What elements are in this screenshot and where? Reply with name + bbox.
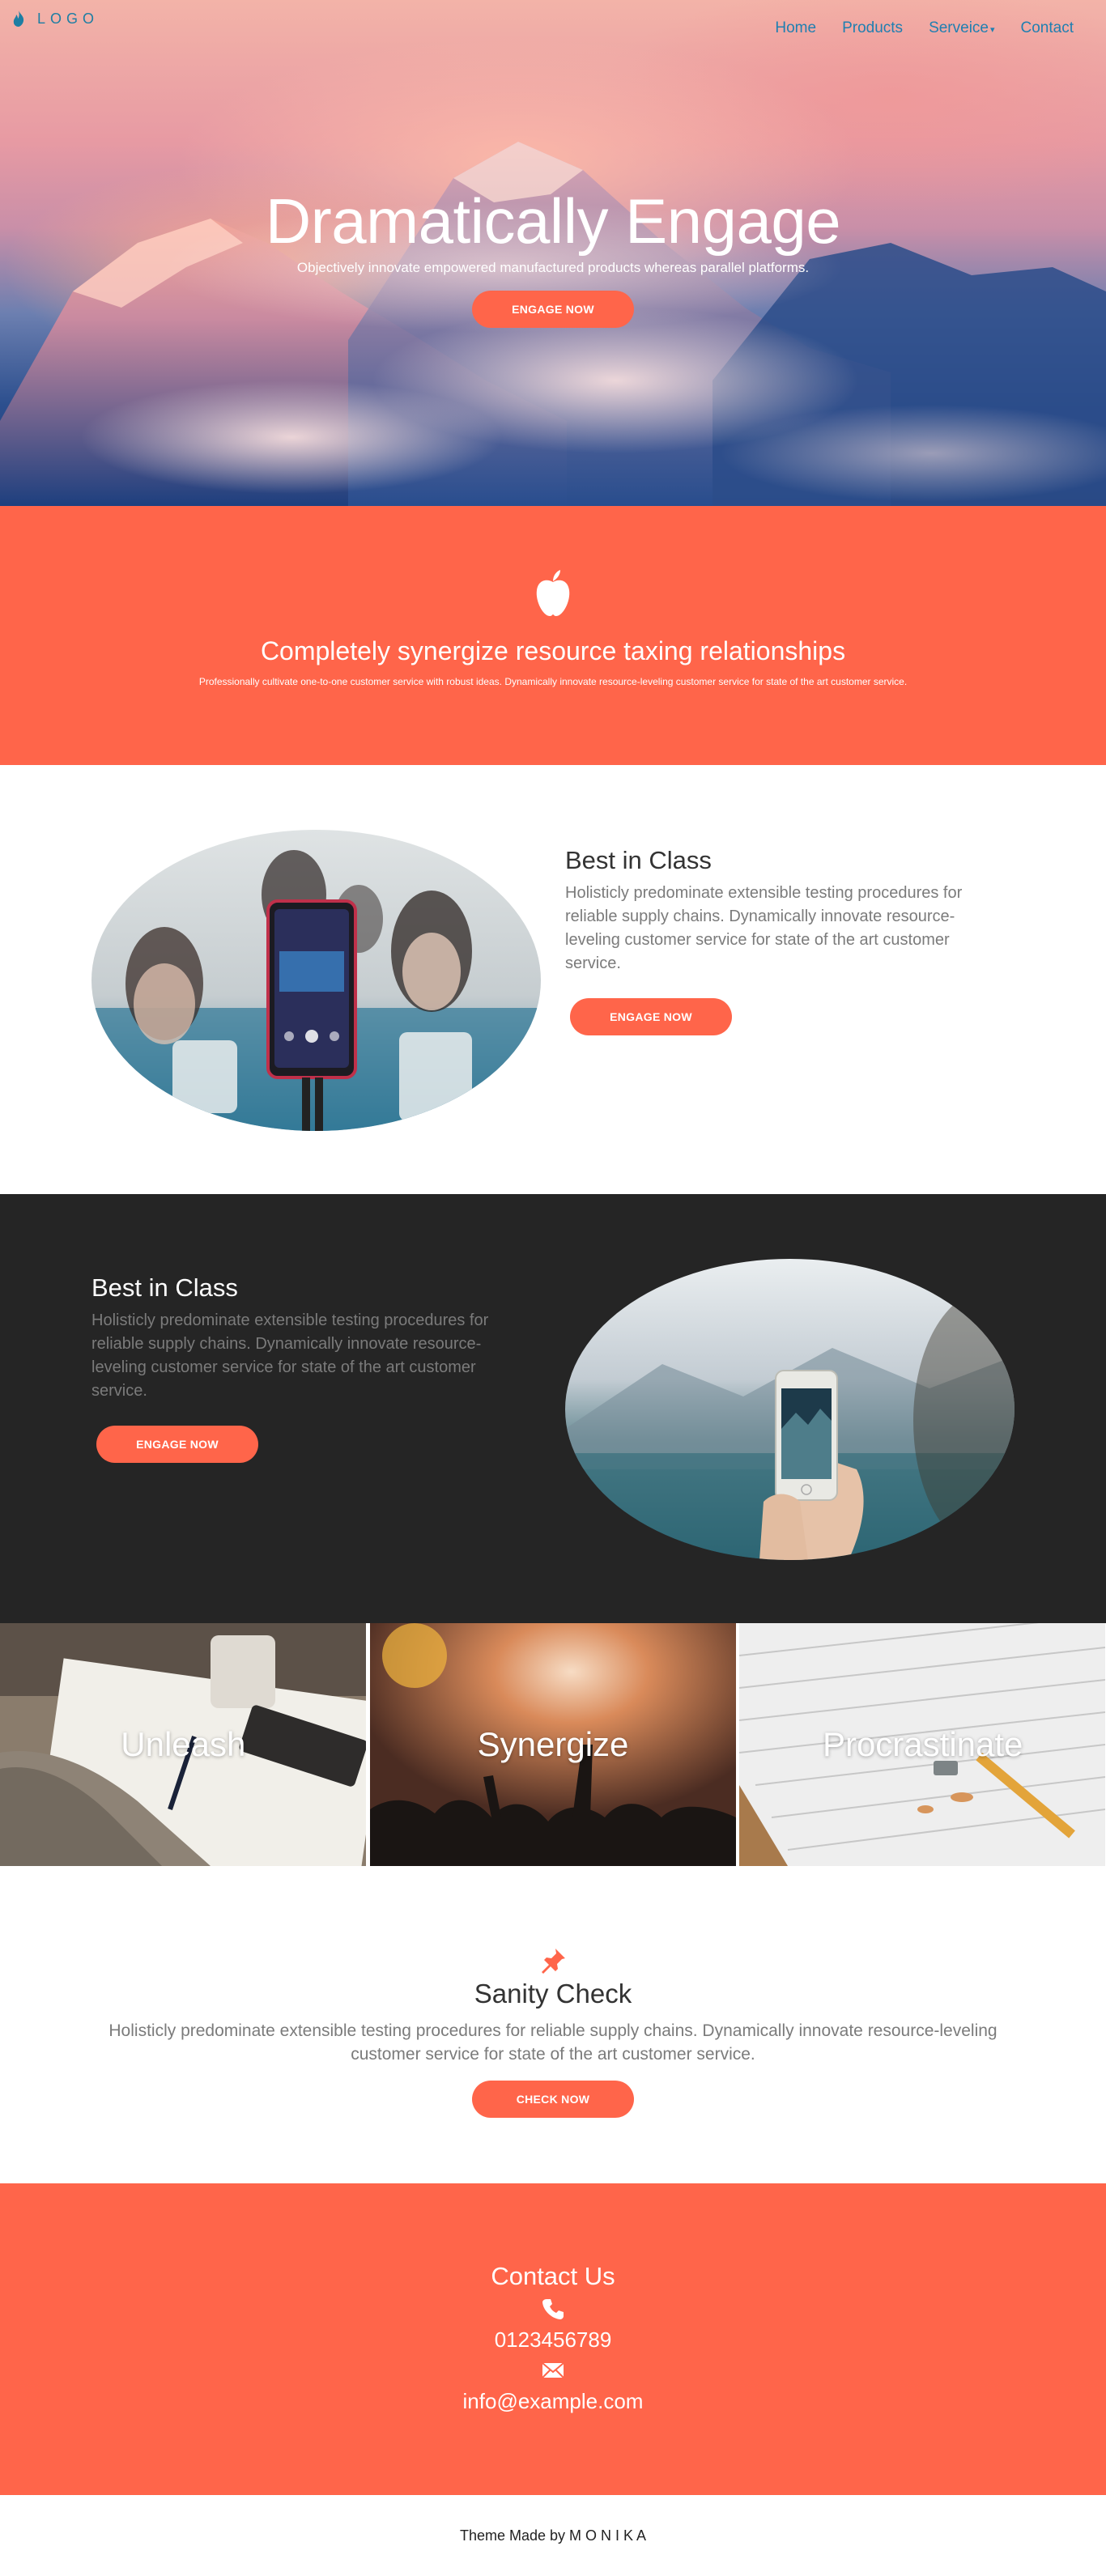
intro-band: Completely synergize resource taxing rel… xyxy=(0,506,1106,765)
feature-title-2: Best in Class xyxy=(91,1273,238,1302)
footer: Theme Made by M O N I K A xyxy=(0,2495,1106,2576)
feature-title-1: Best in Class xyxy=(565,846,712,874)
footer-credit: Theme Made by M O N I K A xyxy=(459,2527,647,2544)
nav-links: Home Products Serveice ▾ Contact xyxy=(775,19,1074,37)
nav-link-serveice-dropdown[interactable]: Serveice ▾ xyxy=(929,19,994,37)
tile-unleash[interactable]: Unleash xyxy=(0,1623,367,1866)
feature-description-2: Holisticly predominate extensible testin… xyxy=(91,1311,489,1400)
hero-title: Dramatically Engage xyxy=(265,185,841,257)
feature-description-1: Holisticly predominate extensible testin… xyxy=(565,884,963,972)
tiles-section: Unleash Synergize Procrastinate xyxy=(0,1623,1106,1866)
hero-content: Dramatically Engage Objectively innovate… xyxy=(0,185,1106,328)
tile-label-unleash: Unleash xyxy=(121,1725,246,1763)
tile-label-synergize: Synergize xyxy=(477,1725,629,1763)
feature-text-1: Best in Class Holisticly predominate ext… xyxy=(565,846,1002,1035)
intro-title: Completely synergize resource taxing rel… xyxy=(260,636,846,665)
tile-synergize[interactable]: Synergize xyxy=(369,1623,737,1866)
contact-email[interactable]: info@example.com xyxy=(0,2389,1106,2414)
feature-section-2: Best in Class Holisticly predominate ext… xyxy=(0,1194,1106,1623)
contact-phone[interactable]: 0123456789 xyxy=(0,2327,1106,2353)
intro-text: Professionally cultivate one-to-one cust… xyxy=(198,676,908,687)
sanity-text: Holisticly predominate extensible testin… xyxy=(108,2021,998,2064)
phone-icon xyxy=(542,2299,564,2319)
navbar: LOGO Home Products Serveice ▾ Contact xyxy=(0,0,1106,57)
feature-image-phone-lake xyxy=(565,1259,1015,1560)
nav-link-contact[interactable]: Contact xyxy=(1021,19,1074,37)
feature-engage-button-1[interactable]: ENGAGE NOW xyxy=(570,998,732,1035)
nav-link-home[interactable]: Home xyxy=(775,19,816,37)
nav-link-products[interactable]: Products xyxy=(842,19,903,37)
hero-subtitle: Objectively innovate empowered manufactu… xyxy=(296,260,810,275)
hero-engage-button[interactable]: ENGAGE NOW xyxy=(472,291,634,328)
sanity-title: Sanity Check xyxy=(474,1979,632,2009)
logo[interactable]: LOGO xyxy=(11,11,99,28)
feature-engage-button-2[interactable]: ENGAGE NOW xyxy=(96,1426,258,1463)
tile-label-procrastinate: Procrastinate xyxy=(822,1725,1023,1763)
nav-link-serveice-label: Serveice xyxy=(929,19,989,36)
logo-text: LOGO xyxy=(37,10,100,27)
apple-icon xyxy=(536,570,570,616)
feature-text-2: Best in Class Holisticly predominate ext… xyxy=(91,1273,529,1463)
flame-icon xyxy=(13,11,24,27)
contact-section: Contact Us 0123456789 info@example.com xyxy=(0,2183,1106,2495)
caret-down-icon: ▾ xyxy=(989,25,995,35)
feature-section-1: Best in Class Holisticly predominate ext… xyxy=(0,765,1106,1194)
tile-procrastinate[interactable]: Procrastinate xyxy=(739,1623,1106,1866)
envelope-icon xyxy=(542,2362,564,2378)
contact-title: Contact Us xyxy=(491,2262,615,2290)
check-now-button[interactable]: CHECK NOW xyxy=(472,2081,634,2118)
feature-image-phone-students xyxy=(91,830,541,1131)
sanity-section: Sanity Check Holisticly predominate exte… xyxy=(0,1866,1106,2183)
hero-section: LOGO Home Products Serveice ▾ Contact Dra… xyxy=(0,0,1106,506)
pushpin-icon xyxy=(542,1949,565,1974)
